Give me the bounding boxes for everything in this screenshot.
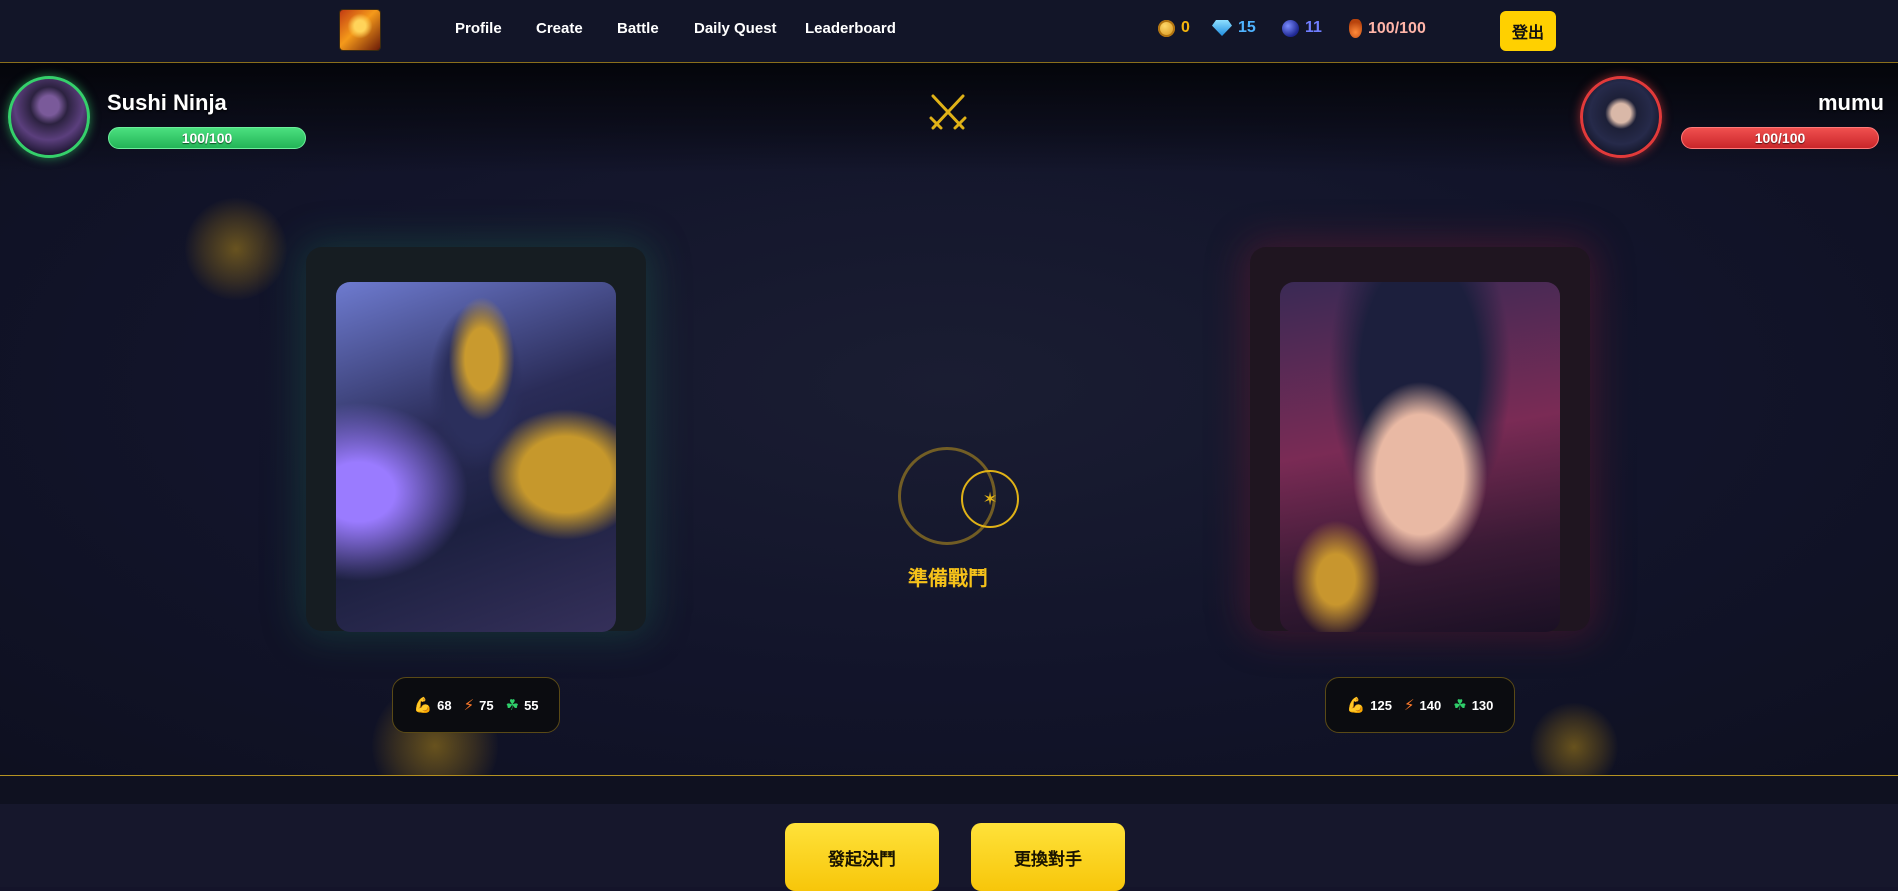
opponent-name: mumu xyxy=(1818,90,1884,115)
strength-stat: 💪 125 xyxy=(1347,696,1392,714)
potion-icon xyxy=(1349,19,1362,38)
energy-counter: 100/100 xyxy=(1349,19,1426,38)
crossed-swords-icon xyxy=(929,94,967,130)
coin-value: 0 xyxy=(1181,19,1190,36)
clover-icon: ☘ xyxy=(505,697,520,714)
speed-stat: ⚡ 75 xyxy=(464,696,494,714)
player-stats: 💪 68 ⚡ 75 ☘ 55 xyxy=(392,677,560,733)
player-avatar xyxy=(8,76,90,158)
nav-link-profile[interactable]: Profile xyxy=(455,20,502,37)
change-opponent-button[interactable]: 更換對手 xyxy=(971,823,1125,891)
top-navigation: Profile Create Battle Daily Quest Leader… xyxy=(0,0,1898,63)
opponent-stats: 💪 125 ⚡ 140 ☘ 130 xyxy=(1325,677,1515,733)
arena-divider xyxy=(0,776,1898,804)
strength-value: 125 xyxy=(1370,697,1392,713)
opponent-hp-bar: 100/100 xyxy=(1681,127,1879,149)
clover-icon: ☘ xyxy=(1453,697,1467,714)
flexed-arm-icon: 💪 xyxy=(1346,697,1366,714)
luck-value: 130 xyxy=(1471,697,1494,713)
speed-value: 140 xyxy=(1419,697,1442,713)
speed-value: 75 xyxy=(479,697,494,713)
orb-counter: 11 xyxy=(1282,19,1322,37)
nav-link-leaderboard[interactable]: Leaderboard xyxy=(805,20,896,37)
ready-spinner-icon: ✶ xyxy=(961,470,1019,528)
speed-stat: ⚡ 140 xyxy=(1404,696,1441,714)
orb-icon xyxy=(1282,19,1299,37)
gem-value: 15 xyxy=(1238,19,1256,36)
logout-button[interactable]: 登出 xyxy=(1500,11,1556,51)
strength-value: 68 xyxy=(437,697,452,713)
player-character-image xyxy=(336,282,616,632)
coin-counter: 0 xyxy=(1158,19,1190,37)
start-duel-button[interactable]: 發起決鬥 xyxy=(785,823,939,891)
action-panel xyxy=(0,804,1898,887)
luck-stat: ☘ 55 xyxy=(506,696,539,714)
strength-stat: 💪 68 xyxy=(413,696,451,714)
player-name: Sushi Ninja xyxy=(107,90,227,115)
battle-arena: Sushi Ninja 100/100 mumu 100/100 xyxy=(0,63,1898,809)
luck-stat: ☘ 130 xyxy=(1453,696,1493,714)
glow-orb-decoration xyxy=(185,198,287,300)
orb-value: 11 xyxy=(1305,19,1322,36)
app-logo[interactable] xyxy=(340,10,380,50)
opponent-character-image xyxy=(1280,282,1560,632)
nav-link-battle[interactable]: Battle xyxy=(617,20,659,37)
nav-link-daily-quest[interactable]: Daily Quest xyxy=(694,20,777,37)
gem-icon xyxy=(1212,20,1232,36)
gem-counter: 15 xyxy=(1212,19,1256,37)
lightning-icon: ⚡ xyxy=(1403,697,1415,714)
nav-link-create[interactable]: Create xyxy=(536,20,583,37)
flexed-arm-icon: 💪 xyxy=(413,697,433,714)
lightning-icon: ⚡ xyxy=(463,697,475,714)
luck-value: 55 xyxy=(524,697,539,713)
opponent-avatar xyxy=(1580,76,1662,158)
coin-icon xyxy=(1158,19,1175,37)
battle-status-text: 準備戰鬥 xyxy=(908,568,988,590)
player-hp-bar: 100/100 xyxy=(108,127,306,149)
energy-value: 100/100 xyxy=(1368,19,1426,37)
